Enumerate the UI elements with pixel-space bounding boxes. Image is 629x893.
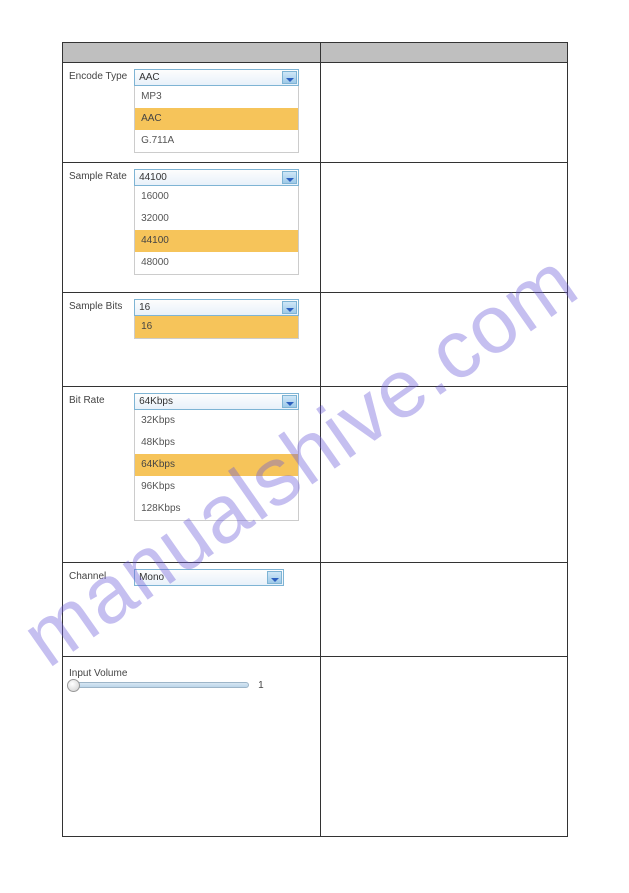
cell-encode-type-right: [321, 63, 568, 163]
header-cell-1: [63, 43, 321, 63]
bit-rate-option[interactable]: 64Kbps: [135, 454, 298, 476]
bit-rate-option-list: 32Kbps 48Kbps 64Kbps 96Kbps 128Kbps: [134, 410, 299, 521]
cell-input-volume-right: [321, 657, 568, 837]
row-input-volume: Input Volume 1: [63, 657, 568, 837]
sample-rate-option[interactable]: 32000: [135, 208, 298, 230]
cell-bit-rate-right: [321, 387, 568, 563]
chevron-down-icon: [282, 71, 297, 84]
chevron-down-icon: [267, 571, 282, 584]
encode-type-label: Encode Type: [69, 69, 131, 82]
sample-bits-selected: 16: [139, 302, 150, 313]
cell-channel-right: [321, 563, 568, 657]
sample-bits-option[interactable]: 16: [135, 316, 298, 338]
sample-bits-option-list: 16: [134, 316, 299, 339]
cell-sample-rate-right: [321, 163, 568, 293]
sample-rate-option[interactable]: 48000: [135, 252, 298, 274]
cell-sample-bits-right: [321, 293, 568, 387]
chevron-down-icon: [282, 171, 297, 184]
config-table: Encode Type AAC MP3 AAC G.711A: [62, 42, 568, 837]
encode-type-dropdown[interactable]: AAC: [134, 69, 299, 86]
bit-rate-dropdown[interactable]: 64Kbps: [134, 393, 299, 410]
bit-rate-selected: 64Kbps: [139, 396, 173, 407]
page-wrap: Encode Type AAC MP3 AAC G.711A: [62, 42, 567, 837]
row-sample-rate: Sample Rate 44100 16000 32000 44100 4800…: [63, 163, 568, 293]
encode-type-option[interactable]: AAC: [135, 108, 298, 130]
header-cell-2: [321, 43, 568, 63]
cell-channel-left: Channel Mono: [63, 563, 321, 657]
sample-rate-option-list: 16000 32000 44100 48000: [134, 186, 299, 275]
channel-label: Channel: [69, 569, 131, 582]
sample-rate-label: Sample Rate: [69, 169, 131, 182]
cell-sample-rate-left: Sample Rate 44100 16000 32000 44100 4800…: [63, 163, 321, 293]
sample-rate-option[interactable]: 16000: [135, 186, 298, 208]
sample-bits-dropdown[interactable]: 16: [134, 299, 299, 316]
bit-rate-option[interactable]: 48Kbps: [135, 432, 298, 454]
table-header-row: [63, 43, 568, 63]
row-encode-type: Encode Type AAC MP3 AAC G.711A: [63, 63, 568, 163]
encode-type-option[interactable]: G.711A: [135, 130, 298, 152]
sample-rate-option[interactable]: 44100: [135, 230, 298, 252]
row-bit-rate: Bit Rate 64Kbps 32Kbps 48Kbps 64Kbps 96K…: [63, 387, 568, 563]
row-sample-bits: Sample Bits 16 16: [63, 293, 568, 387]
input-volume-label: Input Volume: [69, 668, 131, 679]
cell-bit-rate-left: Bit Rate 64Kbps 32Kbps 48Kbps 64Kbps 96K…: [63, 387, 321, 563]
input-volume-value: 1: [258, 680, 264, 691]
bit-rate-option[interactable]: 32Kbps: [135, 410, 298, 432]
chevron-down-icon: [282, 395, 297, 408]
sample-rate-dropdown[interactable]: 44100: [134, 169, 299, 186]
cell-sample-bits-left: Sample Bits 16 16: [63, 293, 321, 387]
row-channel: Channel Mono: [63, 563, 568, 657]
bit-rate-option[interactable]: 128Kbps: [135, 498, 298, 520]
bit-rate-option[interactable]: 96Kbps: [135, 476, 298, 498]
channel-dropdown[interactable]: Mono: [134, 569, 284, 586]
sample-bits-label: Sample Bits: [69, 299, 131, 312]
slider-thumb-icon[interactable]: [67, 679, 80, 692]
cell-encode-type-left: Encode Type AAC MP3 AAC G.711A: [63, 63, 321, 163]
encode-type-selected: AAC: [139, 72, 160, 83]
chevron-down-icon: [282, 301, 297, 314]
bit-rate-label: Bit Rate: [69, 393, 131, 406]
encode-type-option[interactable]: MP3: [135, 86, 298, 108]
channel-selected: Mono: [139, 572, 164, 583]
input-volume-slider[interactable]: [69, 682, 249, 688]
cell-input-volume-left: Input Volume 1: [63, 657, 321, 837]
sample-rate-selected: 44100: [139, 172, 167, 183]
encode-type-option-list: MP3 AAC G.711A: [134, 86, 299, 153]
